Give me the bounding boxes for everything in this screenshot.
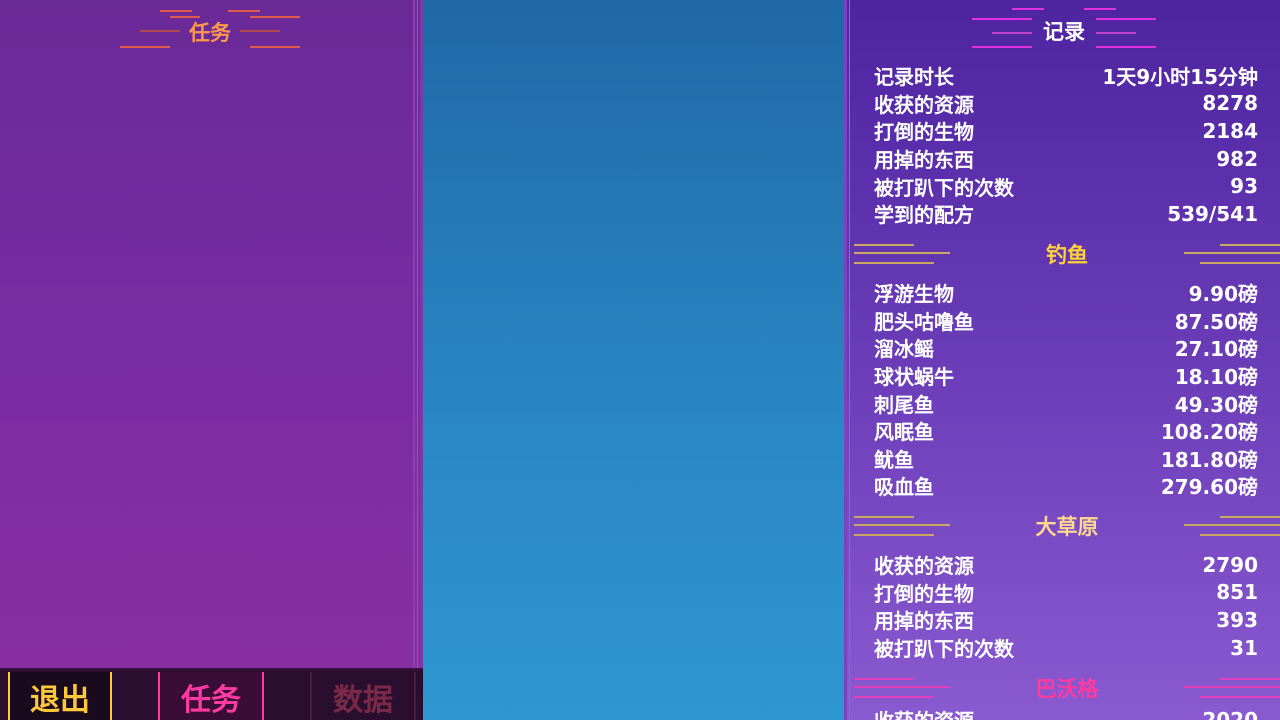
- stat-row: 被打趴下的次数 31: [874, 634, 1258, 662]
- stat-value: 539/541: [1167, 201, 1258, 226]
- stat-row: 收获的资源 8278: [874, 90, 1258, 118]
- stat-label: 用掉的东西: [874, 148, 974, 173]
- tasks-header-title: 任务: [189, 21, 231, 45]
- stat-label: 收获的资源: [874, 554, 974, 579]
- stat-label: 收获的资源: [874, 705, 974, 720]
- data-tab[interactable]: 数据: [310, 672, 416, 720]
- stat-label: 记录时长: [874, 65, 954, 90]
- stat-value: 49.30磅: [1174, 392, 1258, 417]
- records-header: 记录: [972, 6, 1156, 56]
- stat-label: 收获的资源: [874, 92, 974, 117]
- stat-label: 打倒的生物: [874, 581, 974, 606]
- stat-value: 9.90磅: [1188, 282, 1258, 307]
- stat-row: 肥头咕噜鱼 87.50磅: [874, 307, 1258, 335]
- stat-label: 浮游生物: [874, 282, 954, 307]
- records-header-title: 记录: [1043, 20, 1085, 44]
- stat-row: 用掉的东西 982: [874, 145, 1258, 173]
- stat-row: 吸血鱼 279.60磅: [874, 472, 1258, 500]
- stat-row: 打倒的生物 851: [874, 579, 1258, 607]
- bavog-section-title: 巴沃格: [1035, 677, 1099, 701]
- stat-label: 吸血鱼: [874, 475, 934, 500]
- stat-value: 2790: [1202, 552, 1258, 577]
- general-stats-list: 记录时长 1天9小时15分钟 收获的资源 8278 打倒的生物 2184 用掉的东西 9…: [874, 62, 1258, 228]
- grassland-section-header: 大草原: [854, 506, 1280, 546]
- stat-row: 浮游生物 9.90磅: [874, 279, 1258, 307]
- stat-label: 鱿鱼: [874, 447, 914, 472]
- stat-row: 鱿鱼 181.80磅: [874, 445, 1258, 473]
- stat-row: 收获的资源 2020: [874, 706, 1258, 720]
- stat-value: 393: [1216, 607, 1258, 632]
- bottom-tab-bar: 退出 任务 数据: [0, 668, 423, 720]
- records-panel: 记录 记录时长 1天9小时15分钟 收获的资源 8278 打倒的生物 2184 用掉的…: [844, 0, 1280, 720]
- stat-label: 学到的配方: [874, 203, 974, 228]
- stat-row: 被打趴下的次数 93: [874, 172, 1258, 200]
- stat-value: 31: [1230, 635, 1258, 660]
- stat-label: 被打趴下的次数: [874, 637, 1014, 662]
- tasks-header: 任务: [120, 8, 300, 56]
- tasks-tab[interactable]: 任务: [158, 672, 264, 720]
- exit-tab[interactable]: 退出: [8, 672, 112, 720]
- fishing-section-header: 钓鱼: [854, 234, 1280, 274]
- stat-row: 收获的资源 2790: [874, 551, 1258, 579]
- stat-value: 93: [1230, 174, 1258, 199]
- stat-label: 溜冰鳐: [874, 337, 934, 362]
- fishing-stats-list: 浮游生物 9.90磅 肥头咕噜鱼 87.50磅 溜冰鳐 27.10磅 球状蜗牛 18.1…: [874, 279, 1258, 500]
- stat-row: 溜冰鳐 27.10磅: [874, 334, 1258, 362]
- stat-row: 风眠鱼 108.20磅: [874, 417, 1258, 445]
- panel-edge-decoration: [844, 0, 854, 720]
- stat-value: 982: [1216, 146, 1258, 171]
- center-view: [423, 0, 844, 720]
- grassland-section-title: 大草原: [1035, 515, 1099, 539]
- tasks-panel: 任务 退出 任务 数据: [0, 0, 423, 720]
- stat-label: 打倒的生物: [874, 120, 974, 145]
- stat-value: 2184: [1202, 118, 1258, 143]
- stat-value: 2020: [1202, 707, 1258, 720]
- stat-row: 打倒的生物 2184: [874, 117, 1258, 145]
- stat-row: 球状蜗牛 18.10磅: [874, 362, 1258, 390]
- stat-row: 刺尾鱼 49.30磅: [874, 389, 1258, 417]
- stat-value: 108.20磅: [1160, 420, 1258, 445]
- stat-row: 用掉的东西 393: [874, 606, 1258, 634]
- stat-value: 1天9小时15分钟: [1102, 65, 1258, 90]
- stat-row: 记录时长 1天9小时15分钟: [874, 62, 1258, 90]
- bavog-section-header: 巴沃格: [854, 668, 1280, 708]
- stat-label: 刺尾鱼: [874, 392, 934, 417]
- fishing-section-title: 钓鱼: [1046, 243, 1088, 267]
- stat-label: 用掉的东西: [874, 609, 974, 634]
- stat-label: 肥头咕噜鱼: [874, 309, 974, 334]
- stat-label: 被打趴下的次数: [874, 175, 1014, 200]
- stat-label: 风眠鱼: [874, 420, 934, 445]
- stat-value: 87.50磅: [1174, 309, 1258, 334]
- panel-edge-decoration: [413, 0, 423, 668]
- stat-value: 8278: [1202, 91, 1258, 116]
- grassland-stats-list: 收获的资源 2790 打倒的生物 851 用掉的东西 393 被打趴下的次数 31: [874, 551, 1258, 661]
- stat-value: 18.10磅: [1174, 365, 1258, 390]
- stat-value: 851: [1216, 580, 1258, 605]
- stat-row: 学到的配方 539/541: [874, 200, 1258, 228]
- stat-value: 279.60磅: [1160, 475, 1258, 500]
- bavog-stats-list: 收获的资源 2020: [874, 706, 1258, 720]
- stat-label: 球状蜗牛: [874, 365, 954, 390]
- stat-value: 181.80磅: [1160, 447, 1258, 472]
- stat-value: 27.10磅: [1174, 337, 1258, 362]
